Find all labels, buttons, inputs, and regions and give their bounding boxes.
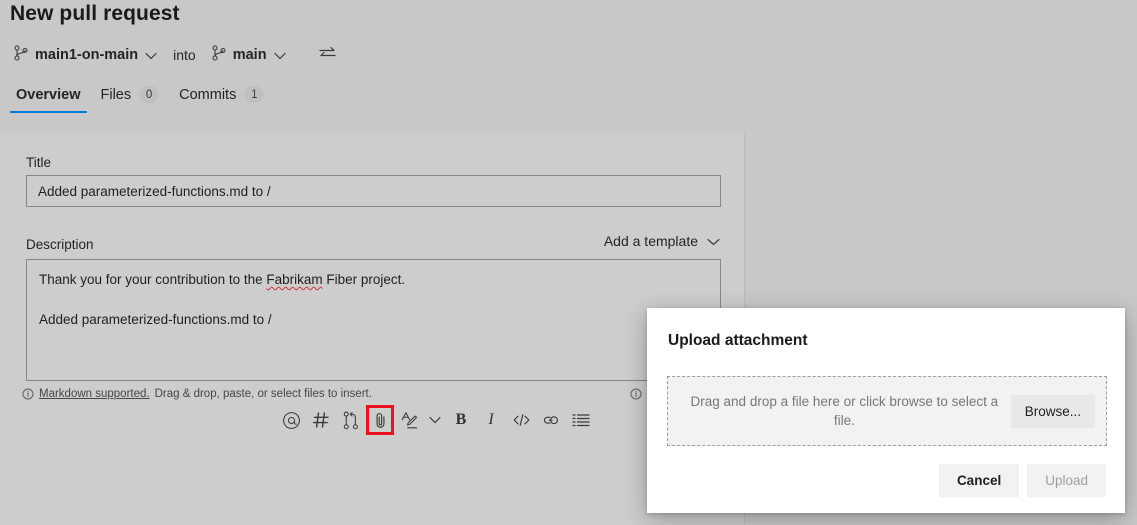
description-field-label: Description bbox=[26, 237, 94, 252]
work-item-hash-icon[interactable] bbox=[306, 405, 336, 435]
dialog-title: Upload attachment bbox=[668, 332, 808, 350]
branch-icon bbox=[14, 45, 28, 64]
branch-icon bbox=[212, 45, 226, 64]
swap-branches-icon bbox=[319, 46, 336, 63]
chevron-down-icon bbox=[274, 47, 286, 63]
pull-request-form-panel: Title Description Add a template Thank y… bbox=[0, 133, 745, 525]
description-text-pre: Thank you for your contribution to the bbox=[39, 272, 266, 287]
markdown-help-row: Markdown supported. Drag & drop, paste, … bbox=[22, 388, 372, 400]
target-branch-dropdown[interactable]: main bbox=[206, 42, 292, 67]
tab-commits[interactable]: Commits 1 bbox=[169, 82, 274, 113]
target-branch-label: main bbox=[233, 47, 267, 63]
misspelled-word: Fabrikam bbox=[266, 272, 322, 287]
tab-commits-label: Commits bbox=[179, 87, 236, 103]
highlight-pen-icon[interactable] bbox=[394, 405, 424, 435]
description-paragraph-2: Added parameterized-functions.md to / bbox=[39, 310, 708, 330]
branch-selector-row: main1-on-main into main bbox=[8, 42, 341, 67]
tab-files-label: Files bbox=[101, 87, 132, 103]
into-label: into bbox=[173, 47, 196, 63]
cancel-button[interactable]: Cancel bbox=[939, 464, 1019, 497]
page-title: New pull request bbox=[10, 2, 180, 26]
tab-overview-label: Overview bbox=[16, 87, 81, 103]
dropzone-instruction-text: Drag and drop a file here or click brows… bbox=[678, 392, 1011, 430]
source-branch-label: main1-on-main bbox=[35, 47, 138, 63]
title-field-label: Title bbox=[26, 155, 51, 170]
attachment-paperclip-icon[interactable] bbox=[366, 405, 394, 435]
add-template-dropdown[interactable]: Add a template bbox=[604, 233, 720, 249]
tab-commits-badge: 1 bbox=[244, 86, 264, 103]
markdown-supported-link[interactable]: Markdown supported. bbox=[39, 388, 150, 400]
info-icon bbox=[630, 388, 642, 400]
tab-files[interactable]: Files 0 bbox=[91, 82, 170, 113]
code-icon[interactable] bbox=[506, 405, 536, 435]
chevron-down-icon bbox=[145, 47, 157, 63]
dialog-actions: Cancel Upload bbox=[939, 464, 1106, 497]
markdown-toolbar: B I bbox=[276, 405, 596, 435]
italic-icon[interactable]: I bbox=[476, 405, 506, 435]
description-textarea[interactable]: Thank you for your contribution to the F… bbox=[26, 259, 721, 381]
title-input[interactable] bbox=[26, 175, 721, 207]
markdown-help-text: Drag & drop, paste, or select files to i… bbox=[155, 388, 372, 400]
description-paragraph-1: Thank you for your contribution to the F… bbox=[39, 270, 708, 290]
info-icon bbox=[22, 388, 34, 400]
add-template-label: Add a template bbox=[604, 233, 698, 249]
browse-button[interactable]: Browse... bbox=[1011, 395, 1095, 428]
highlight-chevron-down-icon[interactable] bbox=[424, 405, 446, 435]
app-root: New pull request main1-on-main into bbox=[0, 0, 1137, 525]
swap-branches-button[interactable] bbox=[314, 43, 341, 66]
pull-request-icon[interactable] bbox=[336, 405, 366, 435]
source-branch-dropdown[interactable]: main1-on-main bbox=[8, 42, 163, 67]
file-dropzone[interactable]: Drag and drop a file here or click brows… bbox=[667, 376, 1107, 446]
chevron-down-icon bbox=[707, 233, 720, 249]
tab-files-badge: 0 bbox=[139, 86, 159, 103]
pull-request-tabs: Overview Files 0 Commits 1 bbox=[6, 82, 274, 113]
link-icon[interactable] bbox=[536, 405, 566, 435]
bold-icon[interactable]: B bbox=[446, 405, 476, 435]
upload-attachment-dialog: Upload attachment Drag and drop a file h… bbox=[647, 308, 1125, 513]
tab-overview[interactable]: Overview bbox=[6, 83, 91, 113]
description-text-post: Fiber project. bbox=[323, 272, 406, 287]
mention-icon[interactable] bbox=[276, 405, 306, 435]
upload-button: Upload bbox=[1027, 464, 1106, 497]
bulleted-list-icon[interactable] bbox=[566, 405, 596, 435]
